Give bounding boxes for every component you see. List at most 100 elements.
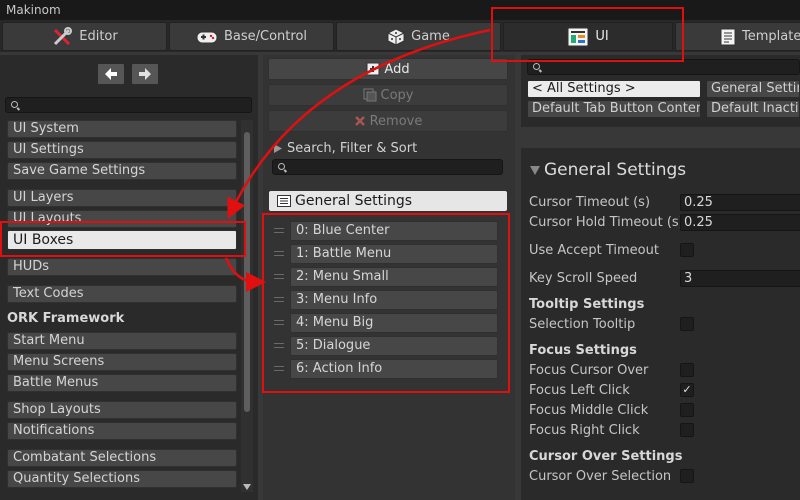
add-button[interactable]: Add (268, 58, 508, 80)
group-header-ork: ORK Framework (7, 311, 125, 326)
tab-general-settings[interactable]: General Settings (706, 80, 800, 98)
gamepad-icon (196, 31, 218, 43)
check-icon: ✓ (682, 383, 692, 396)
list-item-ui-layouts[interactable]: UI Layouts (7, 210, 237, 228)
list-item-start-menu[interactable]: Start Menu (7, 332, 237, 350)
drag-handle-icon[interactable] (274, 274, 284, 279)
tab-default-tab-button-content[interactable]: Default Tab Button Content (527, 100, 701, 118)
focus-middle-click-checkbox[interactable] (680, 403, 694, 417)
copy-button[interactable]: Copy (268, 84, 508, 106)
list-item-box-1[interactable]: 1: Battle Menu (290, 244, 498, 264)
list-item-box-3[interactable]: 3: Menu Info (290, 290, 498, 310)
cursor-timeout-field[interactable]: 0.25 (680, 194, 800, 211)
copy-label: Copy (380, 87, 414, 103)
list-item-huds[interactable]: HUDs (7, 258, 237, 276)
tab-label: Templates (742, 29, 800, 44)
ui-icon (567, 27, 589, 46)
focus-right-click-checkbox[interactable] (680, 423, 694, 437)
key-scroll-speed-field[interactable]: 3 (680, 270, 800, 287)
tab-base-control[interactable]: Base/Control (169, 22, 334, 51)
tab-ui[interactable]: UI (503, 22, 673, 51)
scrollbar-thumb[interactable] (244, 132, 250, 412)
cursor-timeout-label: Cursor Timeout (s) (529, 195, 651, 210)
cursor-over-selection-checkbox[interactable] (680, 469, 694, 483)
left-scrollbar[interactable] (241, 120, 253, 492)
template-icon (720, 28, 736, 45)
list-item-ui-settings[interactable]: UI Settings (7, 141, 237, 159)
filter-foldout[interactable]: Search, Filter & Sort (274, 141, 417, 156)
focus-cursor-over-label: Focus Cursor Over (529, 363, 649, 378)
general-settings-label: General Settings (295, 193, 413, 209)
tab-label: Base/Control (223, 29, 308, 44)
drag-handle-icon[interactable] (274, 297, 284, 302)
left-search-input[interactable] (5, 97, 252, 113)
drag-handle-icon[interactable] (274, 343, 284, 348)
forward-button[interactable] (131, 63, 159, 85)
search-icon (11, 101, 18, 108)
list-item-box-6[interactable]: 6: Action Info (290, 359, 498, 379)
tab-default-inactive[interactable]: Default Inactive (706, 100, 800, 118)
tools-icon (54, 26, 73, 45)
scroll-down-icon[interactable] (243, 484, 251, 490)
right-search-input[interactable] (527, 59, 800, 75)
list-item-combatant-selections[interactable]: Combatant Selections (7, 449, 237, 467)
list-item-ui-layers[interactable]: UI Layers (7, 189, 237, 207)
cursor-over-selection-label: Cursor Over Selection (529, 469, 672, 484)
drag-handle-icon[interactable] (274, 366, 284, 371)
selection-tooltip-checkbox[interactable] (680, 317, 694, 331)
dice-icon (387, 27, 405, 46)
list-item-save-game-settings[interactable]: Save Game Settings (7, 162, 237, 180)
arrow-left-icon (105, 68, 117, 80)
list-item-battle-menus[interactable]: Battle Menus (7, 374, 237, 392)
focus-left-click-label: Focus Left Click (529, 383, 630, 398)
list-item-box-5[interactable]: 5: Dialogue (290, 336, 498, 356)
list-item-notifications[interactable]: Notifications (7, 422, 237, 440)
use-accept-timeout-label: Use Accept Timeout (529, 243, 659, 258)
drag-handle-icon[interactable] (274, 251, 284, 256)
list-item-box-2[interactable]: 2: Menu Small (290, 267, 498, 287)
general-settings-button[interactable]: General Settings (269, 191, 507, 211)
drag-handle-icon[interactable] (274, 320, 284, 325)
middle-search-input[interactable] (272, 159, 503, 175)
cursor-hold-timeout-label: Cursor Hold Timeout (s) (529, 215, 684, 230)
settings-title: General Settings (544, 160, 687, 180)
window-title: Makinom (0, 0, 800, 20)
cursor-hold-timeout-field[interactable]: 0.25 (680, 214, 800, 231)
key-scroll-speed-label: Key Scroll Speed (529, 271, 638, 286)
triangle-down-icon (530, 165, 540, 175)
focus-cursor-over-checkbox[interactable] (680, 363, 694, 377)
list-item-ui-boxes[interactable]: UI Boxes (7, 230, 237, 250)
drag-handle-icon[interactable] (274, 228, 284, 233)
search-icon (278, 163, 285, 170)
remove-icon (354, 116, 365, 126)
remove-label: Remove (369, 113, 423, 129)
tab-label: Game (411, 29, 450, 44)
cursor-over-settings-header: Cursor Over Settings (529, 449, 683, 464)
list-item-box-0[interactable]: 0: Blue Center (290, 221, 498, 241)
selection-tooltip-label: Selection Tooltip (529, 317, 636, 332)
use-accept-timeout-checkbox[interactable] (680, 243, 694, 257)
copy-icon (363, 88, 376, 102)
tab-all-settings[interactable]: < All Settings > (527, 80, 701, 98)
list-item-ui-system[interactable]: UI System (7, 120, 237, 138)
remove-button[interactable]: Remove (268, 110, 508, 132)
list-icon (277, 195, 291, 207)
tab-templates[interactable]: Templates (675, 22, 800, 51)
add-icon (366, 62, 380, 76)
tooltip-settings-header: Tooltip Settings (529, 297, 645, 312)
add-label: Add (384, 61, 410, 77)
arrow-right-icon (139, 68, 151, 80)
list-item-text-codes[interactable]: Text Codes (7, 285, 237, 303)
tab-label: UI (595, 29, 609, 44)
tab-editor[interactable]: Editor (2, 22, 167, 51)
list-item-menu-screens[interactable]: Menu Screens (7, 353, 237, 371)
focus-left-click-checkbox[interactable]: ✓ (680, 383, 694, 397)
list-item-quantity-selections[interactable]: Quantity Selections (7, 470, 237, 488)
tab-label: Editor (79, 29, 118, 44)
settings-foldout[interactable]: General Settings (530, 160, 686, 180)
focus-settings-header: Focus Settings (529, 343, 637, 358)
list-item-box-4[interactable]: 4: Menu Big (290, 313, 498, 333)
back-button[interactable] (97, 63, 125, 85)
tab-game[interactable]: Game (336, 22, 501, 51)
list-item-shop-layouts[interactable]: Shop Layouts (7, 401, 237, 419)
